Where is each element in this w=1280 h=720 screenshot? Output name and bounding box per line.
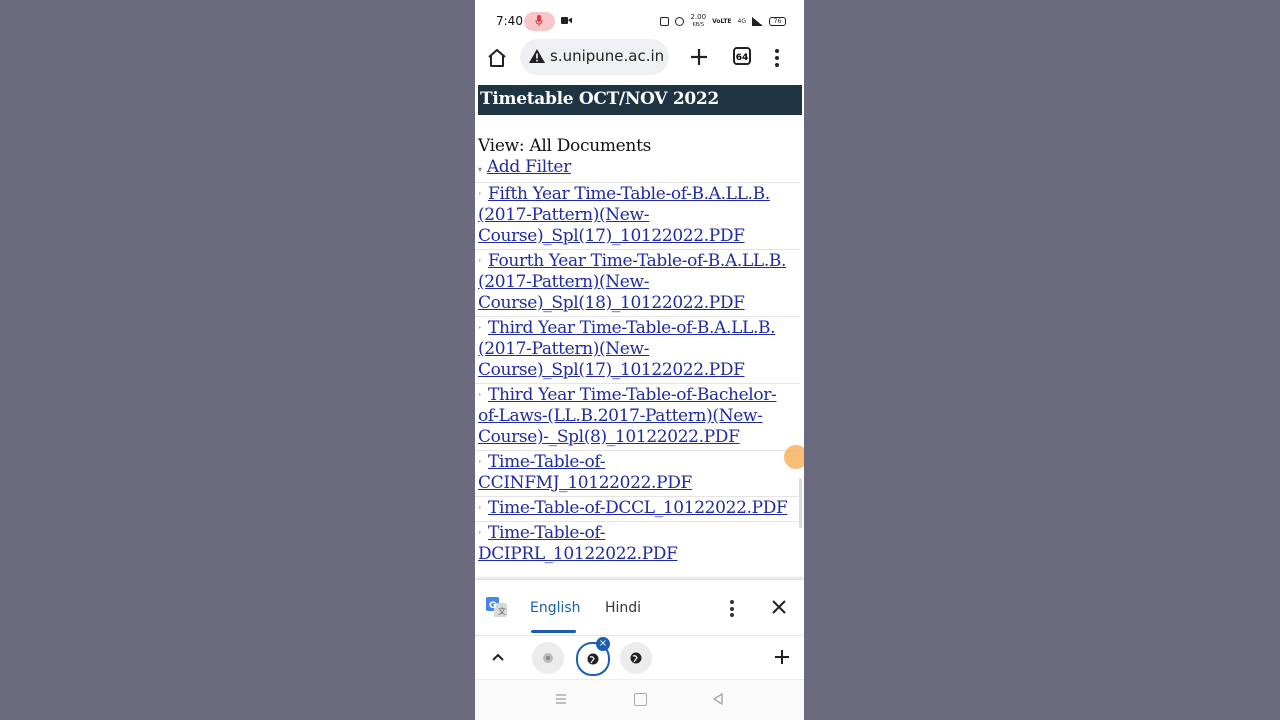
globe-icon: [630, 652, 642, 664]
document-name[interactable]: Third Year Time-Table-of-Bachelor-of-Law…: [478, 385, 777, 447]
tab-strip: ×: [475, 635, 804, 680]
tab-thumbnail[interactable]: [620, 642, 652, 674]
doc-bullet-icon: •: [478, 258, 482, 265]
address-bar[interactable]: s.unipune.ac.in: [520, 39, 669, 75]
doc-bullet-icon: •: [478, 505, 482, 512]
new-tab-plus-icon[interactable]: [774, 649, 790, 665]
signal-icon: [752, 17, 763, 26]
nfc-icon: [660, 17, 670, 26]
floating-touch-indicator: [784, 445, 804, 469]
translate-bar: G 文 English Hindi: [475, 580, 804, 635]
url-text[interactable]: s.unipune.ac.in: [550, 47, 666, 65]
browser-toolbar: s.unipune.ac.in 64: [475, 39, 804, 80]
battery-icon: 76: [769, 17, 786, 26]
google-translate-icon: G 文: [486, 597, 507, 617]
doc-bullet-icon: •: [478, 530, 482, 537]
chevron-up-icon[interactable]: [490, 649, 506, 665]
document-link[interactable]: • Time-Table-of-CCINFMJ_10122022.PDF: [475, 450, 800, 496]
document-name[interactable]: Time-Table-of-CCINFMJ_10122022.PDF: [478, 452, 692, 493]
tab-switcher-button[interactable]: 64: [733, 47, 751, 65]
alarm-icon: [675, 17, 685, 26]
globe-icon: [587, 653, 599, 665]
document-link[interactable]: • Third Year Time-Table-of-B.A.LL.B.(2017…: [475, 316, 800, 383]
add-filter-link[interactable]: Add Filter: [487, 157, 571, 177]
page-title-bar: Timetable OCT/NOV 2022: [478, 85, 802, 115]
tab-thumbnail[interactable]: [532, 642, 564, 674]
doc-bullet-icon: •: [478, 191, 482, 198]
plus-icon[interactable]: [688, 46, 710, 68]
svg-text:文: 文: [498, 606, 506, 616]
phone-screen: 7:40 2.00 KB/S VoLTE 4G 76 s.unipune.ac.…: [475, 0, 804, 720]
page-content: Timetable OCT/NOV 2022 View: All Documen…: [475, 80, 804, 580]
add-filter: ▾ Add Filter: [478, 157, 571, 177]
document-list: • Fifth Year Time-Table-of-B.A.LL.B.(2017…: [475, 182, 800, 567]
back-icon[interactable]: [711, 692, 725, 706]
doc-bullet-icon: •: [478, 459, 482, 466]
language-tab-hindi[interactable]: Hindi: [605, 600, 641, 616]
volte-icon: VoLTE: [712, 18, 732, 25]
view-label: View: All Documents: [478, 136, 652, 156]
mic-indicator: [524, 12, 555, 31]
status-time: 7:40: [496, 14, 523, 28]
document-link[interactable]: • Time-Table-of-DCCL_10122022.PDF: [475, 496, 800, 521]
warning-icon[interactable]: [528, 48, 546, 64]
document-link[interactable]: • Fourth Year Time-Table-of-B.A.LL.B.(201…: [475, 249, 800, 316]
document-name[interactable]: Time-Table-of-DCCL_10122022.PDF: [488, 498, 788, 518]
data-speed: 2.00 KB/S: [690, 14, 706, 29]
site-favicon-icon: [543, 653, 553, 663]
data-speed-value: 2.00: [690, 13, 707, 21]
system-navigation-bar: [475, 679, 804, 720]
status-icons: 2.00 KB/S VoLTE 4G 76: [660, 14, 786, 29]
document-link[interactable]: • Time-Table-of-DCIPRL_10122022.PDF: [475, 521, 800, 567]
network-type: 4G: [737, 18, 746, 25]
document-link[interactable]: • Fifth Year Time-Table-of-B.A.LL.B.(2017…: [475, 182, 800, 249]
selected-language-indicator: [531, 630, 576, 633]
language-tab-english[interactable]: English: [530, 600, 581, 616]
document-name[interactable]: Third Year Time-Table-of-B.A.LL.B.(2017-…: [478, 318, 776, 380]
translate-more-icon[interactable]: [727, 599, 737, 619]
page-title: Timetable OCT/NOV 2022: [480, 89, 719, 109]
data-speed-unit: KB/S: [692, 22, 705, 28]
scrollbar[interactable]: [799, 478, 802, 528]
close-icon[interactable]: [771, 599, 787, 615]
mic-icon: [535, 15, 543, 26]
system-home-icon[interactable]: [634, 693, 647, 706]
doc-bullet-icon: •: [478, 392, 482, 399]
svg-text:G: G: [489, 601, 496, 611]
status-bar: 7:40 2.00 KB/S VoLTE 4G 76: [475, 0, 804, 42]
doc-bullet-icon: •: [478, 325, 482, 332]
video-camera-icon: [561, 17, 572, 24]
tab-close-icon[interactable]: ×: [596, 637, 610, 651]
filter-bullet-icon: ▾: [478, 165, 482, 174]
recents-icon[interactable]: [555, 693, 567, 705]
document-link[interactable]: • Third Year Time-Table-of-Bachelor-of-La…: [475, 383, 800, 450]
home-icon[interactable]: [485, 46, 509, 70]
document-name[interactable]: Fifth Year Time-Table-of-B.A.LL.B.(2017-…: [478, 184, 770, 246]
document-name[interactable]: Fourth Year Time-Table-of-B.A.LL.B.(2017…: [478, 251, 786, 313]
overflow-menu-icon[interactable]: [772, 47, 782, 69]
document-name[interactable]: Time-Table-of-DCIPRL_10122022.PDF: [478, 523, 678, 564]
